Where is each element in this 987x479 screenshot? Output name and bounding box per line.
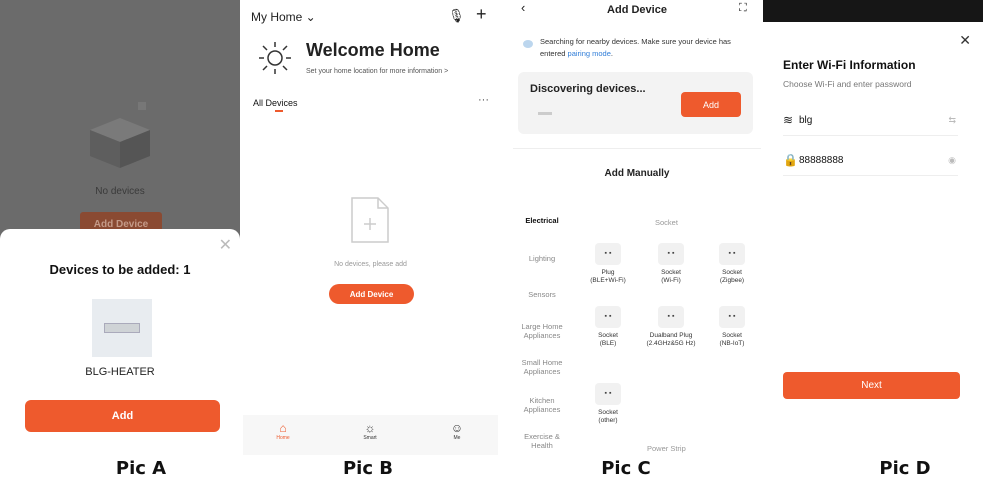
device-socket-nb-iot[interactable]: ▪ ▪ Socket (NB-IoT) <box>707 306 757 348</box>
close-icon[interactable]: ✕ <box>959 32 971 49</box>
switch-network-icon[interactable]: ⇆ <box>948 115 956 126</box>
welcome-title: Welcome Home <box>306 40 440 60</box>
wifi-name-field[interactable]: ≋ blg ⇆ <box>783 106 958 136</box>
category-electrical[interactable]: Electrical <box>513 216 571 225</box>
wifi-icon: ≋ <box>783 113 794 127</box>
device-dualband-plug[interactable]: ▪ ▪ Dualband Plug (2.4GHz&5G Hz) <box>646 306 696 348</box>
sheet-subtitle: Choose Wi-Fi and enter password <box>783 79 912 89</box>
device-socket-other[interactable]: ▪ ▪ Socket (other) <box>583 383 633 425</box>
device-label: Socket (other) <box>598 409 618 424</box>
tab-home[interactable]: ⌂ Home <box>263 421 303 441</box>
category-lighting[interactable]: Lighting <box>513 254 571 263</box>
tab-home-label: Home <box>276 435 290 441</box>
device-name: BLG-HEATER <box>85 366 155 378</box>
empty-document-icon <box>351 197 389 243</box>
discovering-add-button[interactable]: Add <box>681 92 741 117</box>
sheet-title: Enter Wi-Fi Information <box>783 58 916 72</box>
socket-icon: ▪ ▪ <box>719 306 745 328</box>
plus-icon[interactable]: + <box>476 4 487 25</box>
bottom-tab-bar: ⌂ Home ☼ Smart ☺ Me <box>243 415 498 455</box>
device-plug-ble-wifi[interactable]: ▪ ▪ Plug (BLE+Wi-Fi) <box>583 243 633 285</box>
add-manually-title: Add Manually <box>604 168 670 179</box>
status-bar <box>763 0 983 22</box>
pic-c-screen: ‹ Add Device ⛶ Searching for nearby devi… <box>513 0 761 455</box>
more-menu-icon[interactable]: ··· <box>478 94 489 106</box>
pic-d-screen: ✕ Enter Wi-Fi Information Choose Wi-Fi a… <box>763 0 983 455</box>
device-label: Socket (NB-IoT) <box>719 332 745 347</box>
close-icon[interactable]: ✕ <box>219 235 232 255</box>
device-thumbnail[interactable] <box>92 299 152 357</box>
pic-a-screen: No devices Add Device ✕ Devices to be ad… <box>0 0 240 455</box>
socket-icon: ▪ ▪ <box>595 383 621 405</box>
device-label: Plug (BLE+Wi-Fi) <box>590 269 626 284</box>
section-power-strip-label: Power Strip <box>647 444 686 453</box>
profile-icon: ☺ <box>450 421 464 435</box>
empty-box-icon <box>90 102 150 168</box>
add-button[interactable]: Add <box>25 400 220 432</box>
lock-icon: 🔒 <box>783 153 798 167</box>
device-label: Socket (Zigbee) <box>719 269 745 284</box>
caption-pic-d: Pic D <box>879 458 931 479</box>
category-exercise-health[interactable]: Exercise & Health <box>513 432 571 450</box>
socket-icon: ▪ ▪ <box>595 306 621 328</box>
wifi-info-sheet: ✕ Enter Wi-Fi Information Choose Wi-Fi a… <box>763 22 983 455</box>
tab-me[interactable]: ☺ Me <box>437 421 477 441</box>
tab-me-label: Me <box>453 435 461 441</box>
password-value: 88888888 <box>799 155 844 166</box>
devices-to-add-sheet: ✕ Devices to be added: 1 BLG-HEATER Add <box>0 229 240 455</box>
loading-spinner-icon <box>523 40 533 48</box>
pic-b-screen: My Home ⌄ 🎙 + Welcome Home Set your home… <box>243 0 498 455</box>
section-socket-label: Socket <box>655 218 678 227</box>
device-label: Dualband Plug (2.4GHz&5G Hz) <box>646 332 696 347</box>
device-socket-zigbee[interactable]: ▪ ▪ Socket (Zigbee) <box>707 243 757 285</box>
category-sensors[interactable]: Sensors <box>513 290 571 299</box>
home-icon: ⌂ <box>279 421 287 435</box>
sun-icon <box>259 42 291 74</box>
category-kitchen-appliances[interactable]: Kitchen Appliances <box>513 396 571 414</box>
tab-underline <box>275 110 283 112</box>
socket-icon: ▪ ▪ <box>595 243 621 265</box>
socket-icon: ▪ ▪ <box>658 243 684 265</box>
eye-icon[interactable]: ◉ <box>948 155 956 166</box>
caption-pic-c: Pic C <box>601 458 651 479</box>
home-selector[interactable]: My Home ⌄ <box>251 10 316 24</box>
device-socket-wifi[interactable]: ▪ ▪ Socket (Wi-Fi) <box>646 243 696 285</box>
category-small-home-appliances[interactable]: Small Home Appliances <box>513 358 571 376</box>
empty-state-text: No devices <box>95 186 145 197</box>
empty-state-text: No devices, please add <box>334 261 407 268</box>
socket-icon: ▪ ▪ <box>719 243 745 265</box>
tab-smart[interactable]: ☼ Smart <box>350 421 390 441</box>
found-device-placeholder <box>538 112 552 115</box>
sheet-title: Devices to be added: 1 <box>49 262 191 277</box>
heater-image <box>104 323 140 333</box>
tab-all-devices[interactable]: All Devices <box>253 98 298 108</box>
wifi-name-value: blg <box>799 115 813 126</box>
caption-pic-a: Pic A <box>115 458 167 479</box>
pairing-mode-link[interactable]: pairing mode <box>568 49 611 58</box>
password-field[interactable]: 🔒 88888888 ◉ <box>783 146 958 176</box>
microphone-icon[interactable]: 🎙 <box>448 8 465 24</box>
discovering-card: Discovering devices... Add <box>518 72 753 134</box>
header-title: Add Device <box>607 4 667 16</box>
device-label: Socket (BLE) <box>598 332 618 347</box>
sun-icon: ☼ <box>364 421 376 435</box>
socket-icon: ▪ ▪ <box>658 306 684 328</box>
caption-pic-b: Pic B <box>342 458 394 479</box>
add-device-button[interactable]: Add Device <box>329 284 414 304</box>
next-button[interactable]: Next <box>783 372 960 399</box>
scan-icon[interactable]: ⛶ <box>739 2 747 15</box>
device-label: Socket (Wi-Fi) <box>661 269 681 284</box>
location-hint-link[interactable]: Set your home location for more informat… <box>306 68 448 75</box>
search-status-text: Searching for nearby devices. Make sure … <box>540 37 731 58</box>
divider <box>513 148 761 149</box>
tab-smart-label: Smart <box>363 435 377 441</box>
device-socket-ble[interactable]: ▪ ▪ Socket (BLE) <box>583 306 633 348</box>
category-large-home-appliances[interactable]: Large Home Appliances <box>513 322 571 340</box>
discovering-title: Discovering devices... <box>530 83 646 95</box>
